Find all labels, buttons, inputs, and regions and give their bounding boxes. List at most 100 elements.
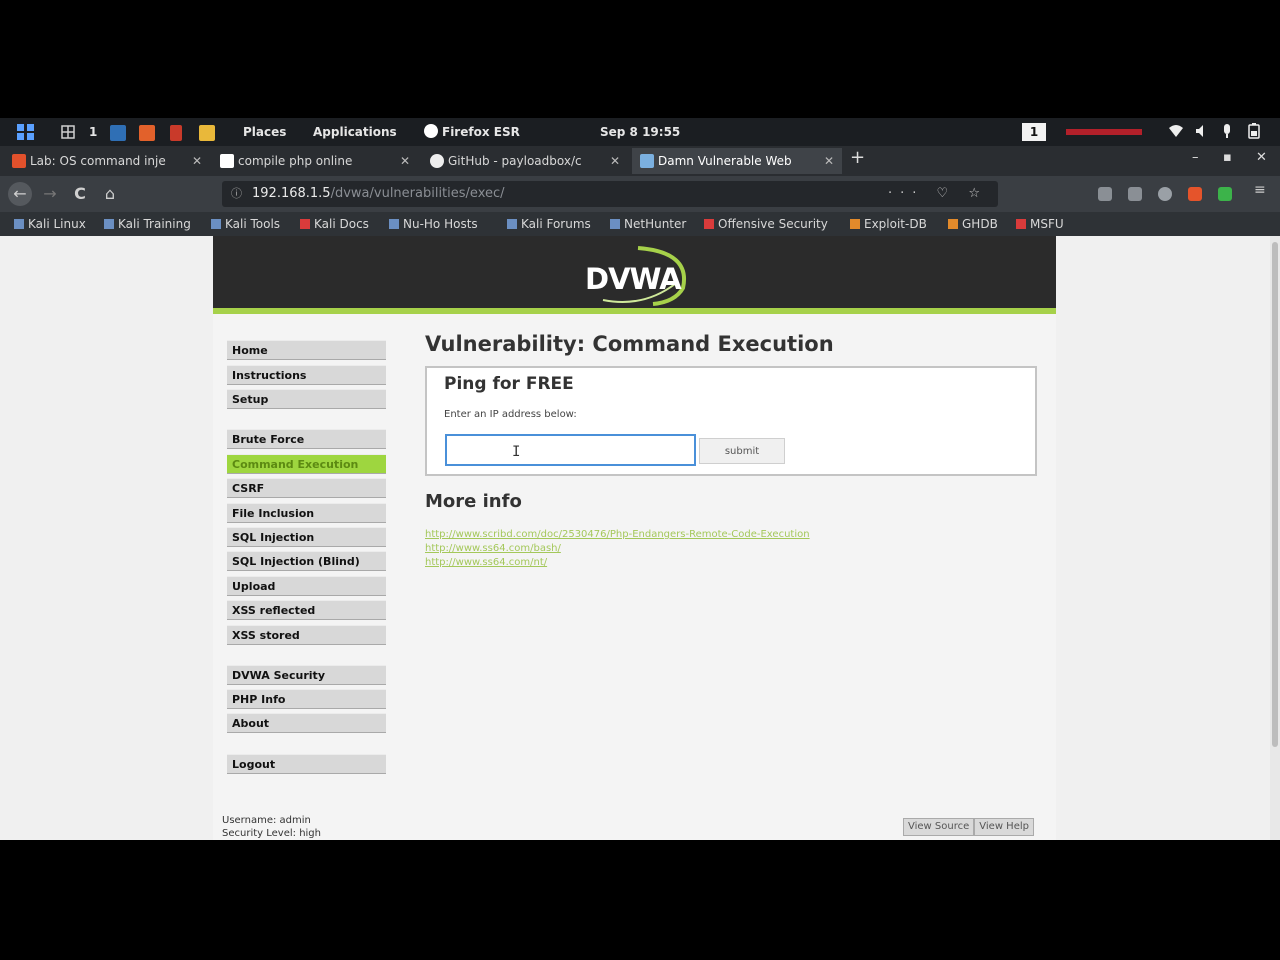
exploit-db-icon [850,219,860,229]
logo-text: DVWA [585,262,682,296]
kali-icon [389,219,399,229]
ping-title: Ping for FREE [444,374,574,394]
view-source-button[interactable]: View Source [903,818,975,836]
microphone-icon[interactable] [1220,123,1234,141]
scroll-thumb[interactable] [1272,242,1278,747]
bookmark-nethunter[interactable]: NetHunter [610,216,686,232]
menu-item-php-info[interactable]: PHP Info [227,689,386,709]
applications-menu[interactable]: Applications [313,123,397,141]
menu-item-xss-stored[interactable]: XSS stored [227,625,386,645]
bookmark-label: Kali Forums [521,217,591,231]
bookmarks-bar: Kali Linux Kali Training Kali Tools Kali… [0,212,1280,236]
info-link-scribd[interactable]: http://www.scribd.com/doc/2530476/Php-En… [425,529,810,540]
ghdb-icon [948,219,958,229]
menu-item-xss-reflected[interactable]: XSS reflected [227,600,386,620]
active-app-indicator[interactable]: Firefox ESR [424,123,520,141]
close-icon[interactable]: ✕ [824,148,834,174]
kali-icon [104,219,114,229]
page-viewport: DVWA Home Instructions Setup Brute Force… [0,236,1270,840]
account-icon[interactable] [1158,187,1172,201]
back-button[interactable]: ← [8,182,32,206]
menu-item-file-inclusion[interactable]: File Inclusion [227,503,386,523]
firefox-icon [424,124,438,138]
home-button[interactable]: ⌂ [98,182,122,206]
info-link-ss64-nt[interactable]: http://www.ss64.com/nt/ [425,557,547,568]
docs-icon [300,219,310,229]
page-info-icon[interactable]: ⓘ [231,181,242,207]
menu-item-instructions[interactable]: Instructions [227,365,386,385]
workspace-number[interactable]: 1 [89,123,97,141]
forward-button[interactable]: → [38,182,62,206]
menu-item-about[interactable]: About [227,713,386,733]
bookmark-kali-training[interactable]: Kali Training [104,216,191,232]
files-launcher-icon[interactable] [199,123,215,141]
menu-item-brute-force[interactable]: Brute Force [227,429,386,449]
info-link-ss64-bash[interactable]: http://www.ss64.com/bash/ [425,543,561,554]
menu-item-sql-injection-blind[interactable]: SQL Injection (Blind) [227,551,386,571]
close-icon[interactable]: ✕ [610,148,620,174]
screen: 1 Places Applications Firefox ESR Sep 8 … [0,118,1280,840]
bookmark-ghdb[interactable]: GHDB [948,216,998,232]
tab-github[interactable]: GitHub - payloadbox/c ✕ [422,148,628,174]
bookmark-kali-tools[interactable]: Kali Tools [211,216,280,232]
burp-launcher-icon[interactable] [139,123,155,141]
menu-item-dvwa-security[interactable]: DVWA Security [227,665,386,685]
submit-button[interactable]: submit [699,438,785,464]
close-window-button[interactable]: ✕ [1256,150,1267,165]
bookmark-kali-docs[interactable]: Kali Docs [300,216,369,232]
reload-button[interactable]: C [68,182,92,206]
browser-tab-bar: Lab: OS command inje ✕ compile php onlin… [0,146,1280,176]
menu-item-sql-injection[interactable]: SQL Injection [227,527,386,547]
github-icon [430,154,444,168]
menu-item-setup[interactable]: Setup [227,389,386,409]
menu-item-upload[interactable]: Upload [227,576,386,596]
maximize-button[interactable]: ▪ [1223,150,1232,165]
battery-icon[interactable] [1248,123,1260,141]
wifi-icon[interactable] [1168,123,1184,141]
bookmark-offensive-security[interactable]: Offensive Security [704,216,828,232]
hamburger-menu-icon[interactable]: ≡ [1254,182,1268,198]
more-info-heading: More info [425,491,522,512]
menu-item-csrf[interactable]: CSRF [227,478,386,498]
offsec-icon [1016,219,1026,229]
close-icon[interactable]: ✕ [400,148,410,174]
tab-portswigger-lab[interactable]: Lab: OS command inje ✕ [4,148,210,174]
portswigger-favicon [12,154,26,168]
new-tab-button[interactable]: + [850,147,865,168]
workspace-badge[interactable]: 1 [1022,123,1046,141]
sidebar-icon[interactable] [1128,187,1142,201]
desktop-top-panel: 1 Places Applications Firefox ESR Sep 8 … [0,118,1280,146]
url-bar[interactable]: ⓘ 192.168.1.5/dvwa/vulnerabilities/exec/… [222,181,998,207]
page-favicon [220,154,234,168]
tab-compile-php[interactable]: compile php online ✕ [212,148,418,174]
bookmark-exploit-db[interactable]: Exploit-DB [850,216,927,232]
ping-form-box: Ping for FREE Enter an IP address below:… [425,366,1037,476]
bookmark-kali-linux[interactable]: Kali Linux [14,216,86,232]
ip-field-label: Enter an IP address below: [444,409,577,420]
url-actions[interactable]: ··· ♡ ☆ [888,181,988,207]
bookmark-kali-forums[interactable]: Kali Forums [507,216,591,232]
shield-extension-icon[interactable] [1218,187,1232,201]
workspaces-icon[interactable] [60,123,76,141]
clock[interactable]: Sep 8 19:55 [600,123,680,141]
foxyproxy-icon[interactable] [1188,187,1202,201]
menu-item-command-execution[interactable]: Command Execution [227,454,386,474]
places-menu[interactable]: Places [243,123,286,141]
volume-icon[interactable] [1194,123,1210,141]
ip-address-input[interactable] [445,434,696,466]
bookmark-label: GHDB [962,217,998,231]
view-help-button[interactable]: View Help [974,818,1034,836]
library-icon[interactable] [1098,187,1112,201]
minimize-button[interactable]: – [1192,150,1199,165]
dvwa-container: DVWA Home Instructions Setup Brute Force… [213,236,1056,840]
app-grid-icon[interactable] [16,123,36,141]
menu-item-home[interactable]: Home [227,340,386,360]
page-scrollbar[interactable] [1270,236,1280,840]
close-icon[interactable]: ✕ [192,148,202,174]
menu-item-logout[interactable]: Logout [227,754,386,774]
terminal-launcher-icon[interactable] [110,123,126,141]
bookmark-msfu[interactable]: MSFU [1016,216,1064,232]
tab-dvwa[interactable]: Damn Vulnerable Web ✕ [632,148,842,174]
bookmark-nu-ho-hosts[interactable]: Nu-Ho Hosts [389,216,478,232]
java-launcher-icon[interactable] [170,123,182,141]
